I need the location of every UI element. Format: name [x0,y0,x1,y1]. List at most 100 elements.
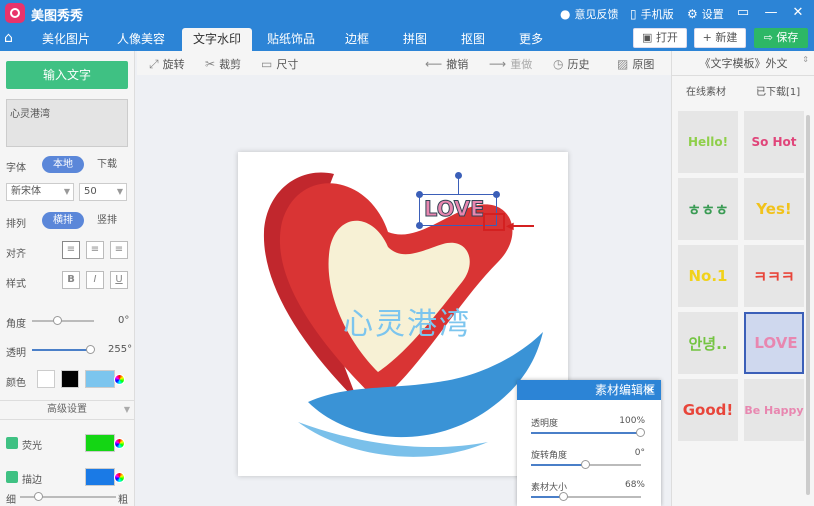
skin-icon[interactable]: ▭ [732,2,754,24]
stroke-color-swatch[interactable] [85,468,115,486]
sticker-thumbnail-selected[interactable]: LOVE [744,312,804,374]
tab-beautify[interactable]: 美化图片 [31,28,101,51]
open-button[interactable]: ▣ 打开 [633,28,687,48]
font-download-toggle[interactable]: 下载 [86,156,128,173]
opacity-slider-knob[interactable] [85,345,95,354]
save-button[interactable]: ⇨ 保存 [754,28,808,48]
angle-slider-knob[interactable] [53,316,63,325]
home-icon[interactable]: ⌂ [4,30,20,46]
font-family-select[interactable]: 新宋体 ▼ [6,183,74,201]
angle-value: 0° [118,315,130,326]
selected-sticker[interactable]: LOVE [416,172,505,231]
material-category-select[interactable]: 《文字模板》外文 ⇕ [672,55,814,71]
sticker-thumbnail[interactable]: 안녕.. [678,312,738,374]
undo-icon: ⟵ [425,57,443,71]
glow-checkbox[interactable] [6,437,18,449]
tab-stickers[interactable]: 贴纸饰品 [256,28,326,51]
stroke-width-knob[interactable] [34,492,43,501]
align-right-icon[interactable]: ≡ [110,241,128,259]
undo-button[interactable]: ⟵ 撤销 [425,56,468,72]
sticker-thumbnail[interactable]: Good! [678,379,738,441]
layout-horizontal-toggle[interactable]: 横排 [42,212,84,229]
tab-online-materials[interactable]: 在线素材 [686,83,726,98]
align-center-icon[interactable]: ≡ [86,241,104,259]
tab-cutout[interactable]: 抠图 [450,28,496,51]
redo-button[interactable]: ⟶ 重做 [489,56,532,72]
font-size-select[interactable]: 50 ▼ [79,183,127,201]
sticker-thumbnail[interactable]: Hello! [678,111,738,173]
material-scrollbar[interactable] [806,115,810,495]
sticker-text: LOVE [424,197,486,222]
sticker-thumbnail[interactable]: No.1 [678,245,738,307]
text-settings-panel: 输入文字 心灵港湾 字体 本地 下载 新宋体 ▼ 50 ▼ 排列 横排 竖排 对齐 … [0,51,135,506]
size-button[interactable]: ▭ 尺寸 [261,56,298,72]
color-wheel-icon[interactable] [114,438,125,449]
tab-downloaded[interactable]: 已下载[1] [756,83,800,98]
resize-handle[interactable] [493,191,500,198]
underline-button[interactable]: U [110,271,128,289]
thick-label: 粗 [118,495,128,506]
color-wheel-icon[interactable] [114,374,125,385]
stroke-checkbox[interactable] [6,471,18,483]
color-label: 颜色 [6,378,26,389]
rotate-button[interactable]: ⤢ 旋转 [149,56,185,72]
title-bar: 美图秀秀 ● 意见反馈 ▯ 手机版 ⚙ 设置 ▭ — ✕ [0,0,814,26]
stroke-label: 描边 [22,475,42,486]
tab-collage[interactable]: 拼图 [392,28,438,51]
advanced-settings-toggle[interactable]: 高级设置 ▼ [0,400,134,420]
watermark-text[interactable]: 心灵港湾 [343,299,471,343]
settings-button[interactable]: ⚙ 设置 [687,6,724,22]
canvas-area: 心灵港湾 LOVE ◀ 素材编辑框 ✕ 透明度 100% 旋转角度 0° 素材大小 68… [137,75,671,506]
dialog-opacity-slider[interactable] [531,428,645,437]
tab-border[interactable]: 边框 [334,28,380,51]
resize-handle-highlight[interactable] [483,213,505,231]
glow-color-swatch[interactable] [85,434,115,452]
app-logo-icon [5,3,25,23]
color-black-swatch[interactable] [61,370,79,388]
close-icon[interactable]: ✕ [645,380,655,400]
bold-button[interactable]: B [62,271,80,289]
crop-button[interactable]: ✂ 裁剪 [205,56,241,72]
style-label: 样式 [6,279,26,290]
text-input[interactable]: 心灵港湾 [6,99,128,147]
new-button[interactable]: + 新建 [694,28,746,48]
stroke-width-slider[interactable] [20,492,116,501]
close-button[interactable]: ✕ [787,2,809,24]
mobile-button[interactable]: ▯ 手机版 [630,6,674,22]
dialog-rotate-slider[interactable] [531,460,641,469]
dialog-opacity-knob[interactable] [636,428,645,437]
glow-label: 荧光 [22,441,42,452]
resize-handle[interactable] [416,222,423,229]
tab-more[interactable]: 更多 [508,28,554,51]
current-color-swatch[interactable] [85,370,115,388]
font-local-toggle[interactable]: 本地 [42,156,84,173]
sticker-thumbnail[interactable]: So Hot [744,111,804,173]
feedback-button[interactable]: ● 意见反馈 [560,6,618,22]
color-wheel-icon[interactable] [114,472,125,483]
angle-slider[interactable] [32,316,94,325]
dialog-rotate-knob[interactable] [581,460,590,469]
input-text-button[interactable]: 输入文字 [6,61,128,89]
chevron-updown-icon: ⇕ [802,55,809,64]
redo-icon: ⟶ [489,57,507,71]
dialog-size-knob[interactable] [559,492,568,501]
color-white-swatch[interactable] [37,370,55,388]
size-icon: ▭ [261,57,273,71]
layout-vertical-toggle[interactable]: 竖排 [86,212,128,229]
sticker-thumbnail[interactable]: Yes! [744,178,804,240]
minimize-button[interactable]: — [760,2,782,24]
sticker-thumbnail[interactable]: Be Happy [744,379,804,441]
original-button[interactable]: ▨ 原图 [617,56,654,72]
font-label: 字体 [6,163,26,174]
tab-portrait[interactable]: 人像美容 [106,28,176,51]
dialog-size-slider[interactable] [531,492,641,501]
tab-text-watermark[interactable]: 文字水印 [182,28,252,51]
sticker-thumbnail[interactable]: ㅋㅋㅋ [744,245,804,307]
sticker-thumbnail[interactable]: ㅎㅎㅎ [678,178,738,240]
align-left-icon[interactable]: ≡ [62,241,80,259]
opacity-slider[interactable] [32,345,95,354]
italic-button[interactable]: I [86,271,104,289]
rotate-handle[interactable] [455,172,462,179]
history-button[interactable]: ◷ 历史 [553,56,589,72]
resize-handle[interactable] [416,191,423,198]
